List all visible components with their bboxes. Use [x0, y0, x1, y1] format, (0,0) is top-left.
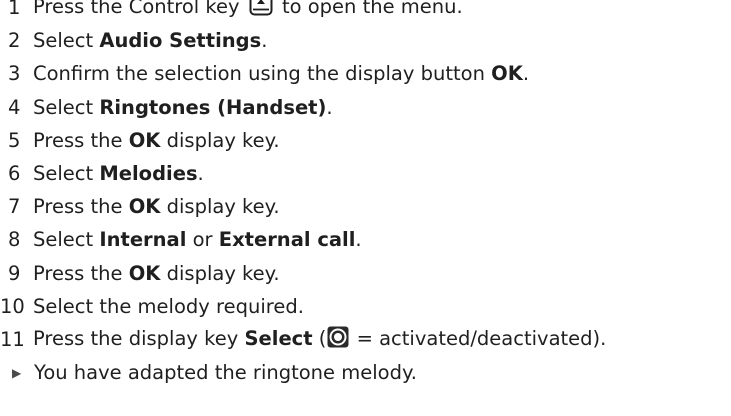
result-line: ▶ You have adapted the ringtone melody. [0, 356, 731, 389]
step-text: Select Ringtones (Handset). [33, 95, 333, 119]
step-1: 1 Press the Control key to open the menu… [0, 0, 731, 24]
step-number: 6 [8, 162, 21, 186]
step-text: Press the OK display key. [33, 261, 280, 285]
step-number: 7 [8, 195, 21, 219]
step-text: Press the OK display key. [33, 128, 280, 152]
step-11: 11 Press the display key Select ( = acti… [0, 323, 731, 356]
arrow-right-icon: ▶ [12, 365, 22, 380]
step-number: 10 [0, 294, 25, 318]
step-text: Select Melodies. [33, 162, 204, 186]
instruction-list: 1 Press the Control key to open the menu… [0, 0, 731, 389]
step-text: Confirm the selection using the display … [33, 62, 530, 86]
step-6: 6 Select Melodies. [0, 157, 731, 190]
step-10: 10 Select the melody required. [0, 290, 731, 323]
control-key-icon [249, 0, 273, 21]
radio-button-icon [327, 326, 349, 353]
step-number: 8 [8, 228, 21, 252]
step-number: 2 [8, 29, 21, 53]
step-9: 9 Press the OK display key. [0, 257, 731, 290]
step-2: 2 Select Audio Settings. [0, 24, 731, 57]
step-number: 3 [8, 62, 21, 86]
step-number: 9 [8, 261, 21, 285]
step-number: 11 [0, 327, 25, 351]
step-text: Select the melody required. [33, 294, 304, 318]
step-7: 7 Press the OK display key. [0, 190, 731, 223]
step-5: 5 Press the OK display key. [0, 124, 731, 157]
step-number: 1 [8, 0, 21, 20]
step-text: Select Audio Settings. [33, 29, 268, 53]
step-number: 5 [8, 128, 21, 152]
step-3: 3 Confirm the selection using the displa… [0, 57, 731, 90]
step-text: Press the Control key to open the menu. [33, 0, 463, 21]
step-number: 4 [8, 95, 21, 119]
step-text: Press the display key Select ( = activat… [33, 326, 606, 353]
step-4: 4 Select Ringtones (Handset). [0, 91, 731, 124]
step-text: Press the OK display key. [33, 195, 280, 219]
step-text: Select Internal or External call. [33, 228, 362, 252]
result-text: You have adapted the ringtone melody. [34, 361, 417, 385]
step-8: 8 Select Internal or External call. [0, 223, 731, 256]
